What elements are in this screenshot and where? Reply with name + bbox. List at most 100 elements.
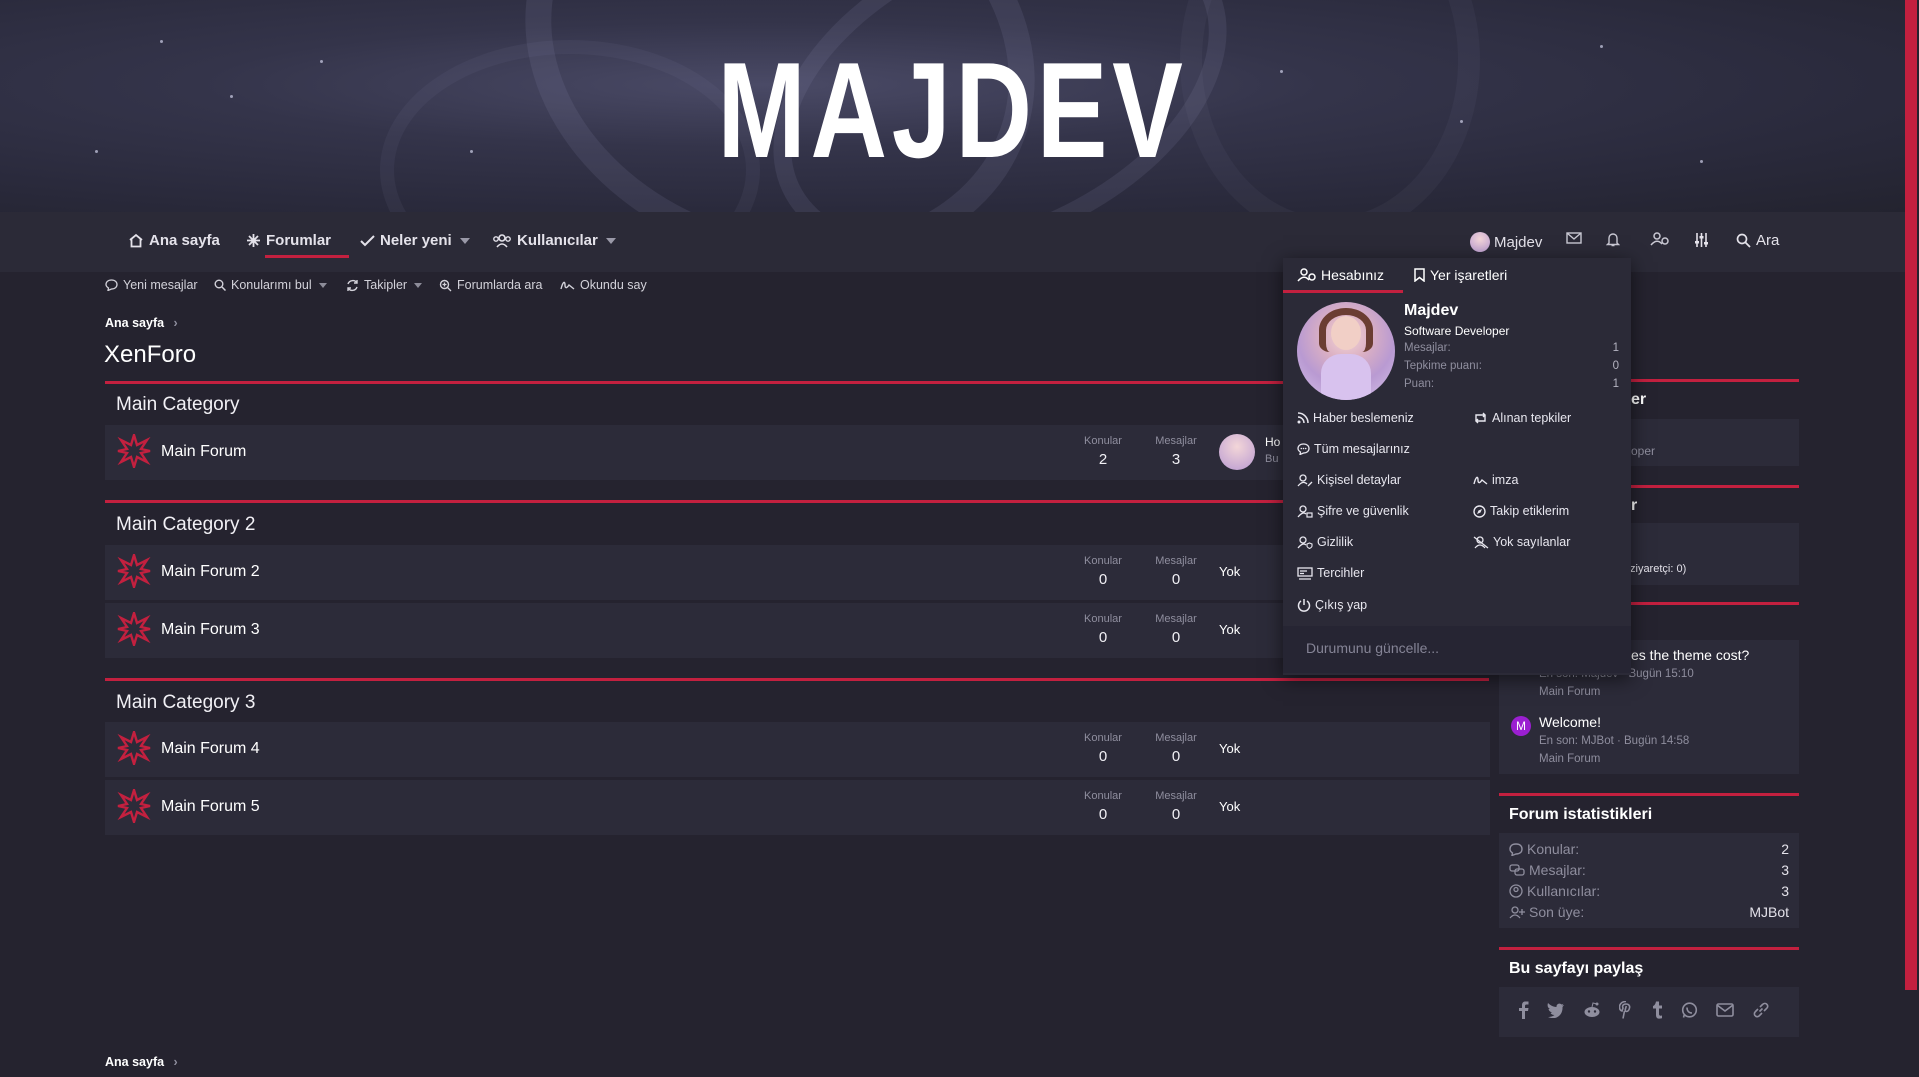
latest-post-title[interactable]: es the theme cost? — [1631, 647, 1749, 663]
users-cog-icon — [1650, 232, 1669, 246]
latest-post-meta: En son: MJBot · Bugün 14:58 — [1539, 735, 1690, 747]
stat-value[interactable]: MJBot — [1749, 904, 1789, 920]
forum-title[interactable]: Main Forum 2 — [161, 563, 260, 581]
last-post-none: Yok — [1219, 741, 1241, 756]
style-settings-button[interactable] — [1694, 232, 1714, 248]
last-post-none: Yok — [1219, 564, 1241, 579]
menu-label: Tüm mesajlarınız — [1314, 442, 1410, 456]
power-icon — [1297, 599, 1311, 612]
menu-following[interactable]: Takip etiklerim — [1473, 504, 1569, 518]
sliders-icon — [1695, 233, 1708, 247]
forum-title[interactable]: Main Forum 5 — [161, 798, 260, 816]
forum-title[interactable]: Main Forum 4 — [161, 740, 260, 758]
scrollbar-thumb[interactable] — [1905, 0, 1917, 990]
menu-personal-details[interactable]: Kişisel detaylar — [1297, 473, 1401, 487]
tab-account[interactable]: Hesabınız — [1297, 267, 1384, 283]
bell-icon — [1606, 233, 1620, 247]
nav-item-forums[interactable]: Forumlar — [246, 232, 331, 249]
menu-privacy[interactable]: Gizlilik — [1297, 535, 1353, 549]
comment-icon — [105, 279, 118, 291]
menu-logout[interactable]: Çıkış yap — [1297, 598, 1367, 612]
menu-password-security[interactable]: Şifre ve güvenlik — [1297, 504, 1409, 518]
breadcrumb[interactable]: Ana sayfa › — [105, 316, 178, 330]
menu-ignored[interactable]: Yok sayılanlar — [1473, 535, 1570, 549]
inbox-button[interactable] — [1566, 232, 1587, 244]
nav-item-label: Ana sayfa — [149, 232, 220, 249]
threads-label: Konular — [1084, 435, 1122, 447]
category-block — [105, 678, 1489, 681]
pinterest-icon[interactable] — [1619, 1001, 1633, 1019]
last-post-avatar[interactable] — [1219, 434, 1255, 470]
retweet-icon — [1475, 412, 1486, 424]
latest-post-forum[interactable]: Main Forum — [1539, 753, 1600, 765]
latest-post-title[interactable]: Welcome! — [1539, 714, 1601, 730]
latest-post-forum[interactable]: Main Forum — [1539, 686, 1600, 698]
user-edit-icon — [1297, 473, 1313, 486]
members-button[interactable] — [1650, 232, 1675, 246]
forum-last-post — [1210, 722, 1490, 777]
category-title[interactable]: Main Category 3 — [116, 692, 255, 714]
twitter-icon[interactable] — [1547, 1002, 1565, 1018]
email-icon[interactable] — [1716, 1003, 1734, 1017]
link-icon[interactable] — [1752, 1001, 1770, 1019]
subnav-label: Okundu say — [580, 278, 647, 292]
header-banner: MAJDEV — [0, 0, 1905, 212]
breadcrumb-home[interactable]: Ana sayfa — [105, 1055, 164, 1069]
sidebar-title: Bu sayfayı paylaş — [1509, 960, 1644, 977]
profile-name[interactable]: Majdev — [1404, 302, 1458, 320]
threads-count: 0 — [1098, 629, 1108, 646]
facebook-icon[interactable] — [1517, 1001, 1529, 1019]
menu-all-posts[interactable]: Tüm mesajlarınız — [1297, 442, 1410, 456]
forum-title[interactable]: Main Forum 3 — [161, 621, 260, 639]
messages-label: Mesajlar — [1155, 555, 1197, 567]
site-logo[interactable]: MAJDEV — [210, 42, 1696, 178]
menu-news-feed[interactable]: Haber beslemeniz — [1297, 411, 1414, 425]
messages-icon — [1509, 863, 1525, 876]
tab-bookmarks[interactable]: Yer işaretleri — [1414, 267, 1507, 283]
category-title[interactable]: Main Category — [116, 394, 240, 416]
menu-preferences[interactable]: Tercihler — [1297, 566, 1364, 580]
subnav-watched[interactable]: Takipler — [346, 278, 423, 292]
comment-dots-icon — [1297, 443, 1310, 455]
menu-signature[interactable]: imza — [1473, 473, 1518, 487]
reddit-icon[interactable] — [1583, 1002, 1601, 1018]
users-cog-icon — [1297, 268, 1316, 282]
alerts-button[interactable] — [1606, 232, 1625, 247]
stat-label: Kullanıcılar: — [1527, 882, 1601, 899]
tumblr-icon[interactable] — [1651, 1001, 1663, 1019]
subnav-new-posts[interactable]: Yeni mesajlar — [105, 278, 198, 292]
subnav-search-forums[interactable]: Forumlarda ara — [439, 278, 542, 292]
menu-label: Takip etiklerim — [1490, 504, 1570, 518]
last-post-title[interactable]: Ho — [1265, 435, 1280, 449]
sidebar-body: Konular: 2 Mesajlar: 3 Kullanıcılar: 3 Son … — [1499, 833, 1799, 928]
envelope-icon — [1566, 232, 1582, 244]
sidebar-block-stats: Forum istatistikleri Konular: 2 Mesajlar:… — [1499, 793, 1799, 928]
chevron-down-icon[interactable] — [459, 237, 470, 244]
user-menu-button[interactable]: Majdev — [1470, 232, 1542, 252]
subnav-mark-read[interactable]: Okundu say — [560, 278, 647, 292]
profile-avatar[interactable] — [1297, 302, 1395, 400]
status-update-input[interactable]: Durumunu güncelle... — [1283, 626, 1631, 673]
nav-item-home[interactable]: Ana sayfa — [128, 232, 220, 249]
nav-item-users[interactable]: Kullanıcılar — [492, 232, 616, 249]
user-circle-icon — [1509, 883, 1523, 898]
avatar[interactable]: M — [1511, 716, 1531, 736]
menu-reactions-received[interactable]: Alınan tepkiler — [1473, 411, 1571, 425]
whatsapp-icon[interactable] — [1681, 1001, 1698, 1019]
forum-row[interactable] — [105, 425, 1070, 480]
nav-item-label: Neler yeni — [380, 232, 452, 249]
sidebar-peek-text: ziyaretçi: 0) — [1630, 563, 1687, 575]
breadcrumb-home[interactable]: Ana sayfa — [105, 316, 164, 330]
sidebar-block-share: Bu sayfayı paylaş — [1499, 947, 1799, 1037]
subnav-find-threads[interactable]: Konularımı bul — [214, 278, 327, 292]
chevron-down-icon[interactable] — [414, 282, 423, 288]
search-button[interactable]: Ara — [1736, 232, 1779, 249]
compass-icon — [1473, 504, 1486, 518]
chevron-down-icon[interactable] — [605, 237, 616, 244]
category-title[interactable]: Main Category 2 — [116, 514, 255, 536]
chevron-down-icon[interactable] — [318, 282, 327, 288]
threads-label: Konular — [1084, 555, 1122, 567]
footer-breadcrumb[interactable]: Ana sayfa › — [105, 1055, 178, 1069]
forum-title[interactable]: Main Forum — [161, 443, 246, 461]
nav-item-whats-new[interactable]: Neler yeni — [360, 232, 470, 249]
